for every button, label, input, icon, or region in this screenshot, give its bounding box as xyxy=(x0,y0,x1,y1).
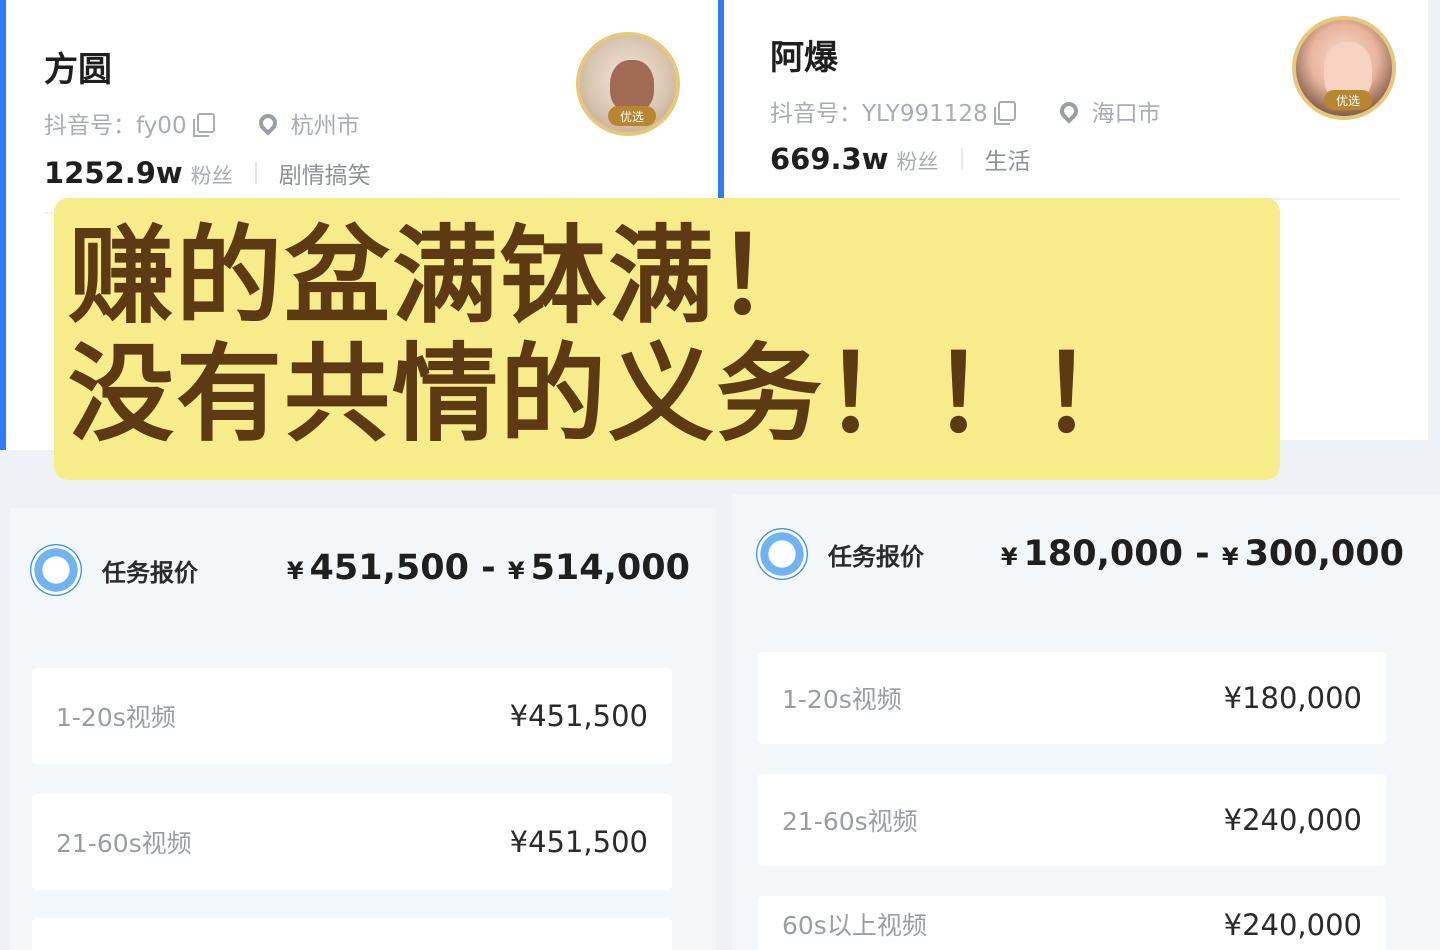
range-separator: - xyxy=(481,548,496,588)
yen-symbol: ¥ xyxy=(1221,543,1239,571)
price-row[interactable]: 21-60s视频 ¥451,500 xyxy=(32,794,672,890)
price-row-partial[interactable] xyxy=(32,918,672,950)
row-value: ¥451,500 xyxy=(509,825,648,859)
price-header: ¥ 任务报价 xyxy=(30,544,198,596)
avatar-badge: 优选 xyxy=(608,106,656,126)
location: 海口市 xyxy=(1091,101,1161,127)
fans-count: 1252.9w xyxy=(44,156,183,190)
category: 生活 xyxy=(984,149,1031,175)
location-pin-icon xyxy=(1055,98,1082,124)
price-range: ¥451,500 - ¥514,000 xyxy=(287,548,690,588)
price-row[interactable]: 1-20s视频 ¥180,000 xyxy=(758,652,1386,744)
stats-divider xyxy=(960,148,963,170)
profile-meta: 抖音号：fy00 杭州市 xyxy=(44,106,360,140)
row-value: ¥240,000 xyxy=(1223,803,1362,837)
range-low: 180,000 xyxy=(1023,534,1183,574)
range-low: 451,500 xyxy=(309,548,469,588)
row-label: 21-60s视频 xyxy=(782,807,918,836)
fans-count: 669.3w xyxy=(770,142,889,176)
stats-divider xyxy=(254,162,257,184)
range-separator: - xyxy=(1195,534,1210,574)
row-label: 1-20s视频 xyxy=(782,685,902,714)
row-value: ¥240,000 xyxy=(1223,908,1362,942)
profile-stats: 1252.9w 粉丝 剧情搞笑 xyxy=(44,156,371,190)
row-value: ¥451,500 xyxy=(509,699,648,733)
caption-line-1: 赚的盆满钵满！ xyxy=(68,215,824,338)
profile-name: 方圆 xyxy=(44,50,112,90)
price-row[interactable]: 60s以上视频 ¥240,000 xyxy=(758,896,1386,950)
price-row[interactable]: 1-20s视频 ¥451,500 xyxy=(32,668,672,764)
profile-name: 阿爆 xyxy=(770,38,838,78)
avatar-figure xyxy=(610,60,654,112)
range-high: 514,000 xyxy=(530,548,690,588)
douyin-id: 抖音号：fy00 xyxy=(44,113,187,139)
price-range: ¥180,000 - ¥300,000 xyxy=(1001,534,1404,574)
price-row[interactable]: 21-60s视频 ¥240,000 xyxy=(758,774,1386,866)
coin-icon: ¥ xyxy=(30,544,82,596)
screenshot: 方圆 抖音号：fy00 杭州市 1252.9w 粉丝 剧情搞笑 优选 阿爆 抖音… xyxy=(0,0,1440,950)
caption-line-2: 没有共情的义务！！！ xyxy=(68,333,1148,456)
price-title: 任务报价 xyxy=(828,542,924,571)
yen-symbol: ¥ xyxy=(507,557,525,585)
price-header: ¥ 任务报价 xyxy=(756,528,924,580)
copy-icon[interactable] xyxy=(192,113,215,137)
row-label: 21-60s视频 xyxy=(56,829,192,858)
caption-banner: 赚的盆满钵满！ 没有共情的义务！！！ xyxy=(54,198,1280,480)
profile-stats: 669.3w 粉丝 生活 xyxy=(770,142,1031,176)
avatar[interactable]: 优选 xyxy=(576,32,680,136)
price-panel-abao: ¥ 任务报价 ¥180,000 - ¥300,000 1-20s视频 ¥180,… xyxy=(732,494,1440,950)
row-value: ¥180,000 xyxy=(1223,681,1362,715)
douyin-id: 抖音号：YLY991128 xyxy=(770,101,988,127)
category: 剧情搞笑 xyxy=(278,163,371,189)
price-panel-fangyuan: ¥ 任务报价 ¥451,500 - ¥514,000 1-20s视频 ¥451,… xyxy=(10,508,716,950)
copy-icon[interactable] xyxy=(993,101,1016,125)
range-high: 300,000 xyxy=(1244,534,1404,574)
yen-symbol: ¥ xyxy=(286,557,304,585)
price-title: 任务报价 xyxy=(102,558,198,587)
avatar-badge: 优选 xyxy=(1324,90,1372,110)
yen-symbol: ¥ xyxy=(1000,543,1018,571)
row-label: 1-20s视频 xyxy=(56,703,176,732)
row-label: 60s以上视频 xyxy=(782,911,927,940)
fans-unit: 粉丝 xyxy=(896,150,939,174)
coin-icon: ¥ xyxy=(756,528,808,580)
profile-meta: 抖音号：YLY991128 海口市 xyxy=(770,94,1161,128)
avatar[interactable]: 优选 xyxy=(1292,16,1396,120)
location: 杭州市 xyxy=(290,113,360,139)
fans-unit: 粉丝 xyxy=(190,164,233,188)
location-pin-icon xyxy=(254,110,281,136)
